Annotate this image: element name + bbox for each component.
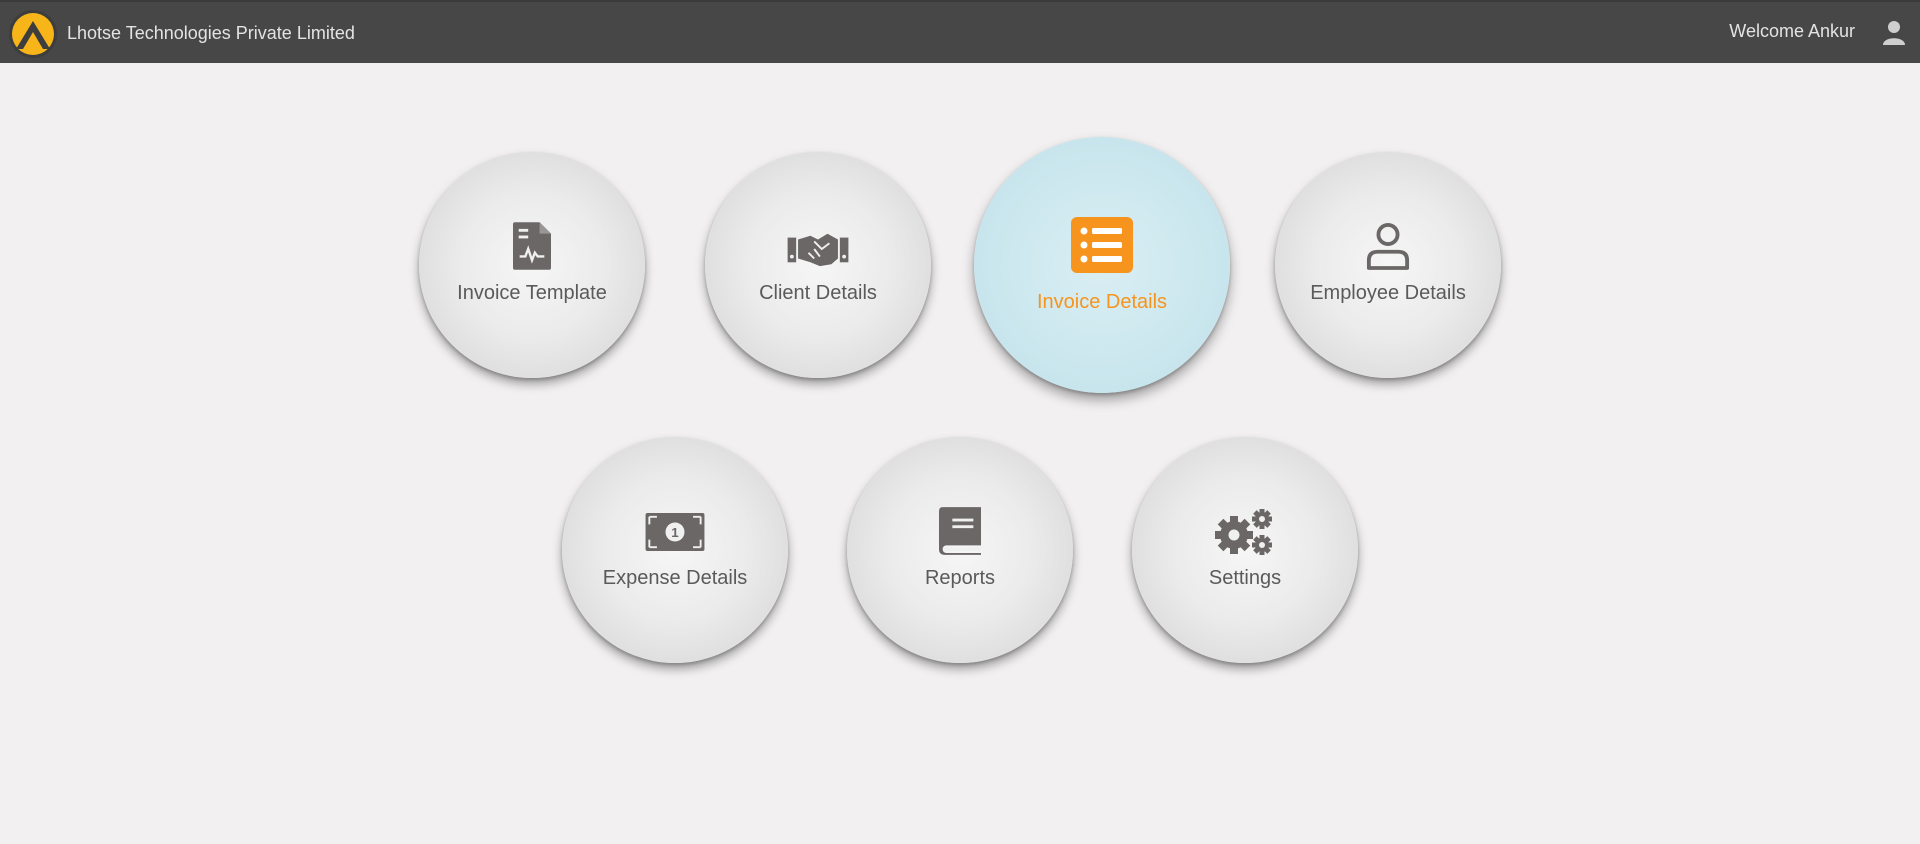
top-navigation-bar: Lhotse Technologies Private Limited Welc… <box>0 0 1920 63</box>
person-icon <box>1366 223 1410 270</box>
invoice-document-icon <box>513 222 551 270</box>
expense-details-tile[interactable]: 1 Expense Details <box>562 437 788 663</box>
lhotse-logo-icon[interactable] <box>8 9 58 59</box>
tile-label: Settings <box>1208 567 1282 589</box>
list-details-icon <box>1071 217 1133 273</box>
handshake-icon <box>787 233 849 267</box>
company-name: Lhotse Technologies Private Limited <box>67 23 355 43</box>
gears-icon <box>1215 509 1272 555</box>
tile-label: Invoice Details <box>1036 291 1168 313</box>
reports-tile[interactable]: Reports <box>847 437 1073 663</box>
tile-label: Employee Details <box>1310 282 1466 304</box>
invoice-details-tile[interactable]: Invoice Details <box>974 137 1230 393</box>
client-details-tile[interactable]: Client Details <box>705 152 931 378</box>
svg-text:1: 1 <box>671 525 679 540</box>
employee-details-tile[interactable]: Employee Details <box>1275 152 1501 378</box>
settings-tile[interactable]: Settings <box>1132 437 1358 663</box>
invoice-template-tile[interactable]: Invoice Template <box>419 152 645 378</box>
tile-label: Reports <box>924 567 996 589</box>
tile-label: Expense Details <box>602 567 748 589</box>
book-icon <box>939 507 981 555</box>
banknote-icon: 1 <box>645 513 705 551</box>
tile-label: Invoice Template <box>457 282 607 304</box>
user-icon[interactable] <box>1881 19 1907 45</box>
welcome-text: Welcome Ankur <box>1729 21 1855 41</box>
tile-label: Client Details <box>759 282 877 304</box>
